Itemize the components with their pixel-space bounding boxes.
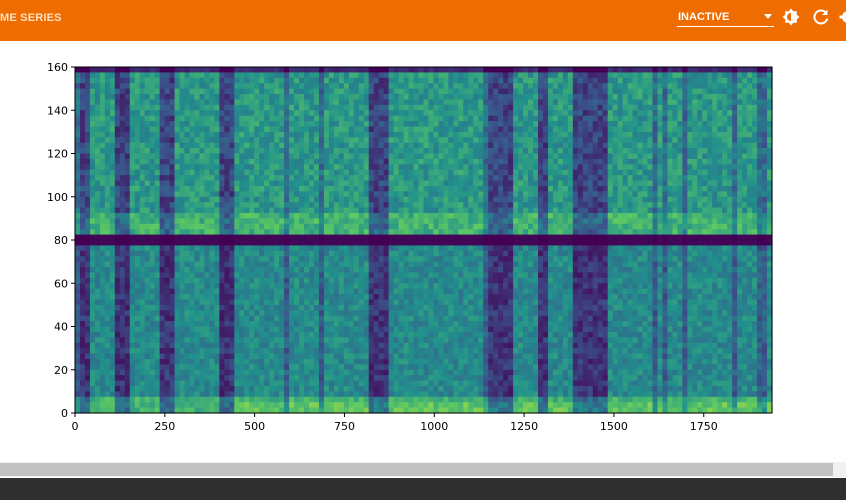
x-tick-label: 1750: [690, 420, 718, 433]
heatmap-cells: [75, 67, 773, 414]
y-tick-label: 40: [54, 321, 68, 334]
y-tick-label: 160: [47, 61, 68, 74]
y-tick-label: 20: [54, 364, 68, 377]
y-tick-label: 80: [54, 234, 68, 247]
spectrogram-plot: 0 20 40 60 80 100 120 140 160 0 250 500 750 1000 1250 1…: [0, 41, 846, 461]
x-tick-label: 1000: [420, 420, 448, 433]
x-tick-label: 500: [244, 420, 265, 433]
spectrogram-chart: 0 20 40 60 80 100 120 140 160 0 250 500 750 1000 1250 1…: [47, 61, 773, 433]
chevron-down-icon: [764, 14, 772, 19]
y-tick-label: 100: [47, 191, 68, 204]
y-tick-label: 60: [54, 277, 68, 290]
y-tick-label: 140: [47, 104, 68, 117]
x-tick-label: 1250: [510, 420, 538, 433]
app-title: ME SERIES: [0, 12, 62, 24]
brightness-icon[interactable]: [781, 7, 801, 27]
y-tick-label: 0: [61, 407, 68, 420]
horizontal-scrollbar[interactable]: [0, 462, 846, 477]
x-tick-label: 250: [154, 420, 175, 433]
bottom-bar: [0, 478, 846, 500]
refresh-icon[interactable]: [811, 7, 831, 27]
x-tick-label: 750: [334, 420, 355, 433]
header-bar: ME SERIES INACTIVE: [0, 0, 846, 41]
run-selector-value: INACTIVE: [678, 11, 730, 23]
run-selector[interactable]: INACTIVE: [677, 8, 774, 27]
settings-icon[interactable]: [838, 7, 846, 27]
x-tick-label: 0: [72, 420, 79, 433]
x-tick-label: 1500: [600, 420, 628, 433]
y-tick-label: 120: [47, 148, 68, 161]
scrollbar-thumb[interactable]: [0, 463, 833, 476]
